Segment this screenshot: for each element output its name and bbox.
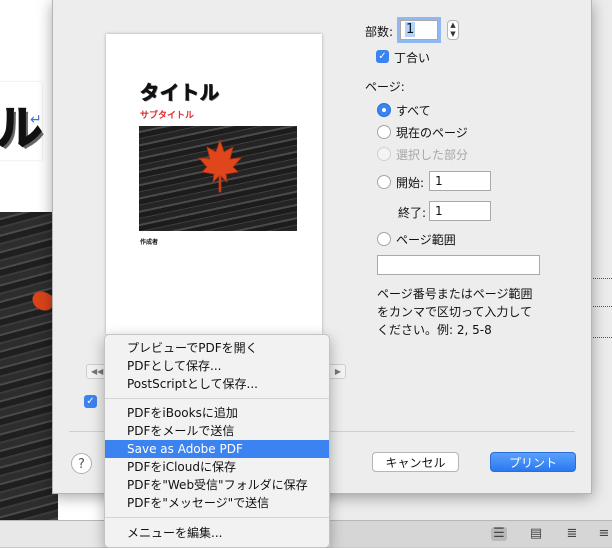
collate-label: 丁合い: [394, 51, 431, 65]
print-button[interactable]: プリント: [490, 452, 576, 472]
preview-photo: [139, 126, 297, 231]
menu-item-save-as-postscript[interactable]: PostScriptとして保存...: [105, 375, 329, 393]
page-range-field[interactable]: [377, 255, 540, 275]
menu-item-save-to-icloud[interactable]: PDFをiCloudに保存: [105, 458, 329, 476]
dotted-leader: [590, 306, 612, 307]
collate-checkbox[interactable]: ✓: [376, 50, 389, 63]
copies-label: 部数:: [365, 25, 394, 39]
menu-item-save-to-web-receipts[interactable]: PDFを"Web受信"フォルダに保存: [105, 476, 329, 494]
cancel-button[interactable]: キャンセル: [372, 452, 459, 472]
copies-stepper[interactable]: ▲ ▼: [447, 20, 459, 40]
hint-line: ページ番号またはページ範囲: [377, 287, 533, 301]
help-button[interactable]: ?: [71, 453, 92, 474]
stepper-up-icon[interactable]: ▲: [448, 21, 458, 30]
menu-separator: [105, 517, 329, 518]
next-page-icon[interactable]: ▶: [335, 365, 341, 378]
hint-line: をカンマで区切って入力して: [377, 305, 533, 319]
print-preview-page: タイトル サブタイトル 作成者: [106, 34, 322, 334]
menu-item-edit-menu[interactable]: メニューを編集...: [105, 524, 329, 542]
menu-item-open-in-preview[interactable]: プレビューでPDFを開く: [105, 339, 329, 357]
maple-leaf-icon: [198, 138, 242, 193]
copies-value: 1: [405, 22, 416, 37]
format-list-icon[interactable]: ≡: [596, 527, 612, 541]
preview-author: 作成者: [140, 239, 159, 246]
radio-all[interactable]: [377, 103, 391, 117]
radio-current-page-label: 現在のページ: [396, 126, 468, 140]
dotted-leader: [590, 278, 612, 279]
outline-icon[interactable]: ≣: [564, 527, 580, 541]
radio-selection-label: 選択した部分: [396, 148, 469, 162]
stepper-down-icon[interactable]: ▼: [448, 30, 458, 39]
menu-item-add-to-ibooks[interactable]: PDFをiBooksに追加: [105, 404, 329, 422]
page-range-label: ページ範囲: [396, 233, 456, 247]
document-photo-fragment: [0, 212, 58, 520]
page-range-hint: ページ番号またはページ範囲 をカンマで区切って入力して ください。例: 2, 5…: [377, 285, 567, 339]
list-view-icon[interactable]: ☰: [491, 527, 507, 541]
preview-title: タイトル: [139, 82, 221, 105]
radio-current-page[interactable]: [377, 125, 391, 139]
pages-label: ページ:: [365, 80, 405, 94]
options-checkbox[interactable]: ✓: [84, 395, 97, 408]
radio-from[interactable]: [377, 175, 391, 189]
menu-item-send-via-messages[interactable]: PDFを"メッセージ"で送信: [105, 494, 329, 512]
radio-all-label: すべて: [396, 104, 431, 118]
web-layout-icon[interactable]: ▤: [528, 527, 544, 541]
hint-line: ください。例: 2, 5-8: [377, 323, 492, 337]
menu-separator: [105, 398, 329, 399]
menu-item-save-as-adobe-pdf[interactable]: Save as Adobe PDF: [105, 440, 329, 458]
pdf-menu: プレビューでPDFを開く PDFとして保存... PostScriptとして保存…: [104, 334, 330, 548]
preview-subtitle: サブタイトル: [140, 111, 195, 121]
copies-field[interactable]: 1: [400, 20, 438, 40]
menu-item-send-via-mail[interactable]: PDFをメールで送信: [105, 422, 329, 440]
from-label: 開始:: [396, 176, 425, 190]
menu-item-save-as-pdf[interactable]: PDFとして保存...: [105, 357, 329, 375]
radio-page-range[interactable]: [377, 232, 391, 246]
radio-selection: [377, 147, 391, 161]
dotted-leader: [590, 337, 612, 338]
return-mark-icon: ↵: [30, 112, 42, 128]
from-page-field[interactable]: 1: [429, 171, 491, 191]
to-label: 終了:: [398, 206, 427, 220]
previous-page-icon[interactable]: ◀◀: [91, 365, 103, 378]
to-page-field[interactable]: 1: [429, 201, 491, 221]
